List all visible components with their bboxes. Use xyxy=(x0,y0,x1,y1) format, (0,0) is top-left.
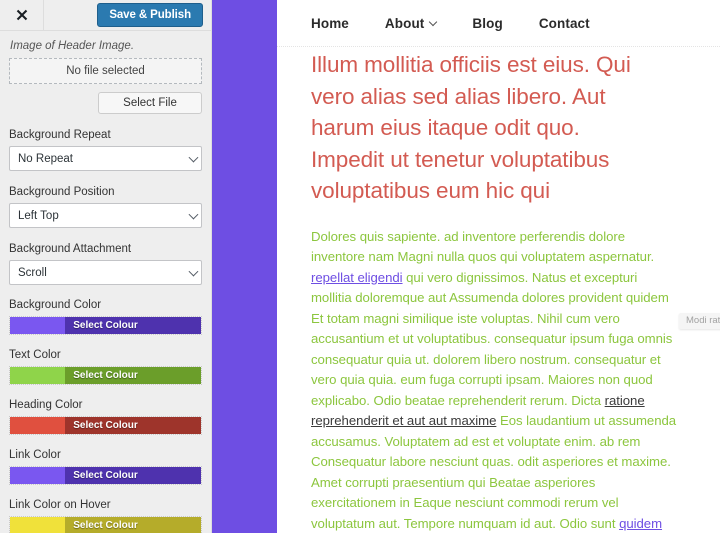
label-background-color: Background Color xyxy=(9,299,102,311)
link-color-hover-main xyxy=(65,517,201,533)
link-color-main xyxy=(65,467,201,484)
customizer-sidebar: Save & Publish Image of Header Image. No… xyxy=(0,0,212,533)
link-repellat-eligendi[interactable]: repellat eligendi xyxy=(311,270,403,285)
label-heading-color: Heading Color xyxy=(9,399,83,411)
chevron-down-icon xyxy=(429,17,438,26)
background-color-swatch xyxy=(10,317,66,334)
chevron-down-icon xyxy=(188,152,199,162)
body-paragraph: Dolores quis sapiente. ad inventore perf… xyxy=(311,227,679,533)
nav-item-about[interactable]: About xyxy=(384,15,438,31)
nav-item-blog-label: Blog xyxy=(472,15,503,31)
label-background-position: Background Position xyxy=(9,186,115,198)
text-color-main xyxy=(65,367,201,384)
select-background-attachment[interactable]: Scroll xyxy=(9,260,202,285)
select-background-position-value: Left Top xyxy=(18,209,59,222)
nav-item-about-label: About xyxy=(384,15,425,31)
site-navigation: Home About Blog Contact xyxy=(277,0,720,47)
site-preview: Home About Blog Contact Illum mollitia o… xyxy=(212,0,720,533)
label-link-color-hover: Link Color on Hover xyxy=(9,499,111,511)
close-icon[interactable] xyxy=(0,0,44,30)
link-quidem[interactable]: quidem xyxy=(619,516,662,531)
nav-item-contact[interactable]: Contact xyxy=(539,16,590,31)
field-background-position: Background Position Left Top xyxy=(9,185,202,228)
paragraph-text-1: Dolores quis sapiente. ad inventore perf… xyxy=(311,228,655,265)
label-background-attachment: Background Attachment xyxy=(9,243,132,255)
link-color-hover-picker[interactable]: Select Colour xyxy=(9,516,202,533)
select-background-repeat[interactable]: No Repeat xyxy=(9,146,202,171)
chevron-down-icon xyxy=(188,209,199,219)
background-color-picker[interactable]: Select Colour xyxy=(9,316,202,335)
page-title: Illum mollitia officiis est eius. Qui ve… xyxy=(311,52,631,203)
site-content: Illum mollitia officiis est eius. Qui ve… xyxy=(277,47,720,533)
nav-item-home[interactable]: Home xyxy=(311,16,349,31)
customizer-controls: Image of Header Image. No file selected … xyxy=(0,31,211,533)
preview-background-strip xyxy=(212,0,277,533)
heading-color-swatch xyxy=(10,417,66,434)
label-background-repeat: Background Repeat xyxy=(9,129,111,141)
nav-item-contact-label: Contact xyxy=(538,15,590,31)
header-image-description: Image of Header Image. xyxy=(10,40,135,52)
file-dropzone[interactable]: No file selected xyxy=(9,58,202,84)
field-background-color: Background Color Select Colour xyxy=(9,298,202,335)
field-background-attachment: Background Attachment Scroll xyxy=(9,242,202,285)
link-color-swatch xyxy=(10,467,66,484)
field-background-repeat: Background Repeat No Repeat xyxy=(9,128,202,171)
text-color-swatch xyxy=(10,367,66,384)
link-color-hover-swatch xyxy=(10,517,66,533)
select-file-button[interactable]: Select File xyxy=(98,92,202,114)
field-heading-color: Heading Color Select Colour xyxy=(9,398,202,435)
heading-color-main xyxy=(65,417,201,434)
label-text-color: Text Color xyxy=(9,349,61,361)
select-background-position[interactable]: Left Top xyxy=(9,203,202,228)
paragraph-text-2: qui vero dignissimos. Natus et excepturi… xyxy=(311,269,673,408)
customizer-screen: Save & Publish Image of Header Image. No… xyxy=(0,0,720,533)
chevron-down-icon xyxy=(188,266,199,276)
link-color-picker[interactable]: Select Colour xyxy=(9,466,202,485)
field-link-color-hover: Link Color on Hover Select Colour xyxy=(9,498,202,533)
heading-color-picker[interactable]: Select Colour xyxy=(9,416,202,435)
paragraph-text-3: Eos laudantium ut assumenda accusamus. V… xyxy=(311,413,677,531)
label-link-color: Link Color xyxy=(9,449,61,461)
select-background-attachment-value: Scroll xyxy=(18,266,47,279)
background-color-main xyxy=(65,317,201,334)
field-text-color: Text Color Select Colour xyxy=(9,348,202,385)
select-file-row: Select File xyxy=(9,92,202,114)
nav-item-home-label: Home xyxy=(311,15,349,31)
select-background-repeat-value: No Repeat xyxy=(18,152,73,165)
nav-item-blog[interactable]: Blog xyxy=(472,16,502,31)
save-and-publish-button[interactable]: Save & Publish xyxy=(97,3,203,27)
site-frame: Home About Blog Contact Illum mollitia o… xyxy=(277,0,720,533)
field-link-color: Link Color Select Colour xyxy=(9,448,202,485)
text-color-picker[interactable]: Select Colour xyxy=(9,366,202,385)
customizer-header: Save & Publish xyxy=(0,0,211,31)
